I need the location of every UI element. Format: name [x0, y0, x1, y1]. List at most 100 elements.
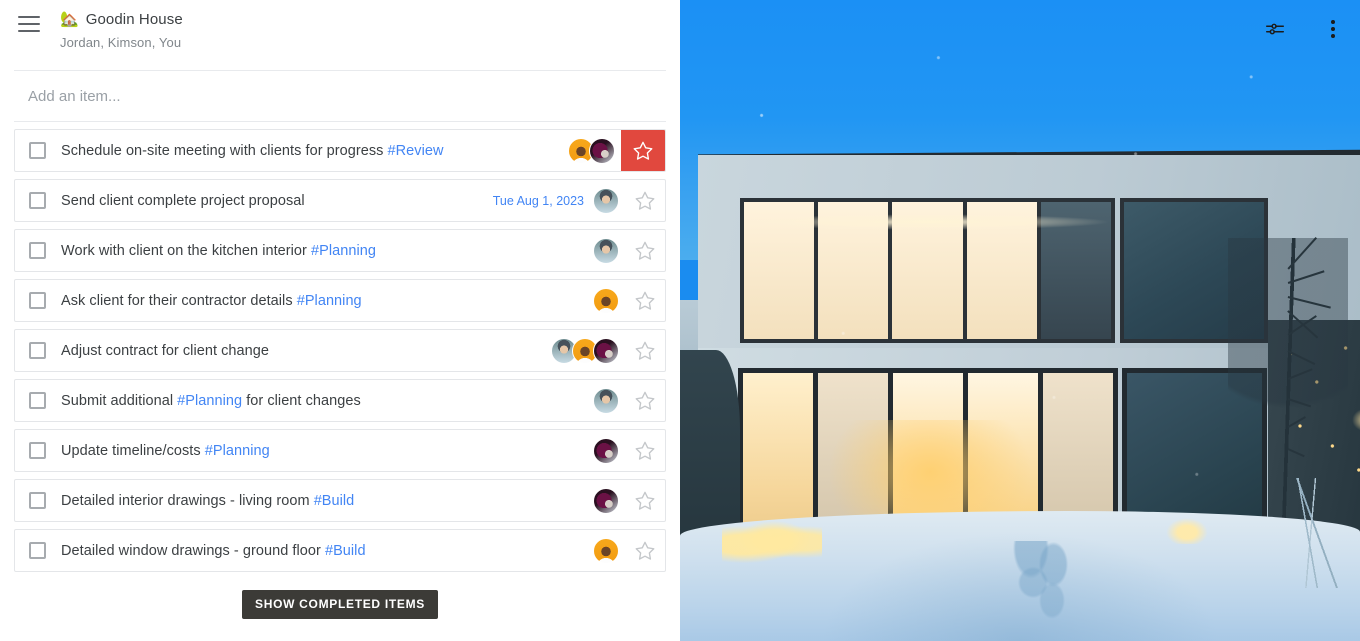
task-row[interactable]: Detailed window drawings - ground floor …	[14, 529, 666, 572]
task-title: Detailed interior drawings - living room…	[61, 493, 593, 509]
tree-branch	[1287, 368, 1313, 380]
task-title: Adjust contract for client change	[61, 343, 551, 359]
task-title: Ask client for their contractor details …	[61, 293, 593, 309]
footprints-in-snow	[1010, 541, 1080, 631]
tree-branch	[1287, 237, 1317, 270]
add-item-divider	[14, 121, 666, 122]
task-tag[interactable]: #Build	[314, 493, 355, 509]
star-icon[interactable]	[625, 330, 665, 371]
task-title: Schedule on-site meeting with clients fo…	[61, 143, 568, 159]
task-row[interactable]: Adjust contract for client change	[14, 329, 666, 372]
task-text-before: Detailed window drawings - ground floor	[61, 542, 325, 559]
garden-lamp	[1166, 518, 1208, 544]
house-cover-photo	[680, 0, 1360, 641]
tree-branch	[1287, 296, 1331, 309]
task-tag[interactable]: #Build	[325, 543, 366, 559]
task-checkbox[interactable]	[29, 242, 46, 259]
avatar[interactable]	[593, 437, 619, 464]
task-text-before: Detailed interior drawings - living room	[61, 492, 314, 509]
more-vertical-icon[interactable]	[1318, 14, 1348, 44]
task-title: Send client complete project proposal	[61, 193, 493, 209]
task-tag[interactable]: #Planning	[177, 393, 242, 409]
task-checkbox[interactable]	[29, 392, 46, 409]
assignee-avatars[interactable]	[593, 287, 619, 314]
task-text-before: Submit additional	[61, 392, 178, 409]
show-completed-wrap: SHOW COMPLETED ITEMS	[0, 590, 680, 619]
task-checkbox[interactable]	[29, 142, 46, 159]
app-root: 🏡 Goodin House Jordan, Kimson, You Sched…	[0, 0, 1360, 641]
star-icon[interactable]	[625, 380, 665, 421]
task-text-before: Schedule on-site meeting with clients fo…	[61, 142, 388, 159]
list-header: 🏡 Goodin House Jordan, Kimson, You	[0, 0, 680, 71]
task-row[interactable]: Detailed interior drawings - living room…	[14, 479, 666, 522]
ornamental-grass	[1280, 478, 1340, 588]
tree-branch	[1287, 398, 1312, 407]
task-text-before: Work with client on the kitchen interior	[61, 242, 312, 259]
avatar[interactable]	[589, 137, 615, 164]
avatar[interactable]	[593, 537, 619, 564]
task-tag[interactable]: #Planning	[297, 293, 362, 309]
task-tag[interactable]: #Planning	[205, 443, 270, 459]
assignee-avatars[interactable]	[593, 437, 619, 464]
task-checkbox[interactable]	[29, 542, 46, 559]
task-title: Detailed window drawings - ground floor …	[61, 543, 593, 559]
task-checkbox[interactable]	[29, 442, 46, 459]
task-due-date[interactable]: Tue Aug 1, 2023	[493, 194, 584, 208]
assignee-avatars[interactable]	[593, 387, 619, 414]
task-row[interactable]: Ask client for their contractor details …	[14, 279, 666, 322]
task-checkbox[interactable]	[29, 192, 46, 209]
task-title: Work with client on the kitchen interior…	[61, 243, 593, 259]
star-icon[interactable]	[625, 280, 665, 321]
title-block: 🏡 Goodin House Jordan, Kimson, You	[60, 8, 183, 51]
task-text-before: Update timeline/costs	[61, 442, 205, 459]
task-tag[interactable]: #Review	[388, 143, 444, 159]
assignee-avatars[interactable]	[593, 537, 619, 564]
add-item-row[interactable]	[0, 70, 680, 122]
avatar[interactable]	[593, 237, 619, 264]
cover-photo-pane	[680, 0, 1360, 641]
avatar[interactable]	[593, 337, 619, 364]
task-list: Schedule on-site meeting with clients fo…	[0, 122, 680, 572]
show-completed-items-button[interactable]: SHOW COMPLETED ITEMS	[242, 590, 438, 619]
star-icon[interactable]	[625, 530, 665, 571]
photo-action-bar	[1260, 14, 1348, 44]
star-icon[interactable]	[621, 130, 665, 171]
task-row[interactable]: Work with client on the kitchen interior…	[14, 229, 666, 272]
task-text-before: Ask client for their contractor details	[61, 292, 297, 309]
reindeer-light-decoration	[722, 518, 822, 566]
wall-sconce-light	[1352, 408, 1360, 432]
assignee-avatars[interactable]	[568, 137, 615, 164]
tree-branch	[1287, 270, 1325, 284]
tree-branch	[1287, 350, 1316, 365]
task-row[interactable]: Send client complete project proposal Tue…	[14, 179, 666, 222]
tune-sliders-icon[interactable]	[1260, 14, 1290, 44]
task-checkbox[interactable]	[29, 492, 46, 509]
assignee-avatars[interactable]	[551, 337, 619, 364]
task-text-before: Send client complete project proposal	[61, 192, 305, 209]
assignee-avatars[interactable]	[593, 487, 619, 514]
avatar[interactable]	[593, 287, 619, 314]
star-icon[interactable]	[625, 480, 665, 521]
assignee-avatars[interactable]	[593, 187, 619, 214]
tree-branch	[1287, 448, 1305, 457]
task-tag[interactable]: #Planning	[311, 243, 376, 259]
avatar[interactable]	[593, 487, 619, 514]
task-checkbox[interactable]	[29, 342, 46, 359]
task-text-before: Adjust contract for client change	[61, 342, 269, 359]
star-icon[interactable]	[625, 180, 665, 221]
task-row[interactable]: Submit additional #Planning for client c…	[14, 379, 666, 422]
avatar[interactable]	[593, 387, 619, 414]
assignee-avatars[interactable]	[593, 237, 619, 264]
avatar[interactable]	[593, 187, 619, 214]
task-row[interactable]: Update timeline/costs #Planning	[14, 429, 666, 472]
tree-branch	[1287, 416, 1306, 428]
list-members: Jordan, Kimson, You	[60, 35, 182, 50]
task-list-pane: 🏡 Goodin House Jordan, Kimson, You Sched…	[0, 0, 680, 641]
star-icon[interactable]	[625, 430, 665, 471]
task-title: Submit additional #Planning for client c…	[61, 393, 593, 409]
task-row[interactable]: Schedule on-site meeting with clients fo…	[14, 129, 666, 172]
task-checkbox[interactable]	[29, 292, 46, 309]
add-item-input[interactable]	[28, 87, 588, 105]
star-icon[interactable]	[625, 230, 665, 271]
hamburger-menu-icon[interactable]	[18, 16, 40, 32]
